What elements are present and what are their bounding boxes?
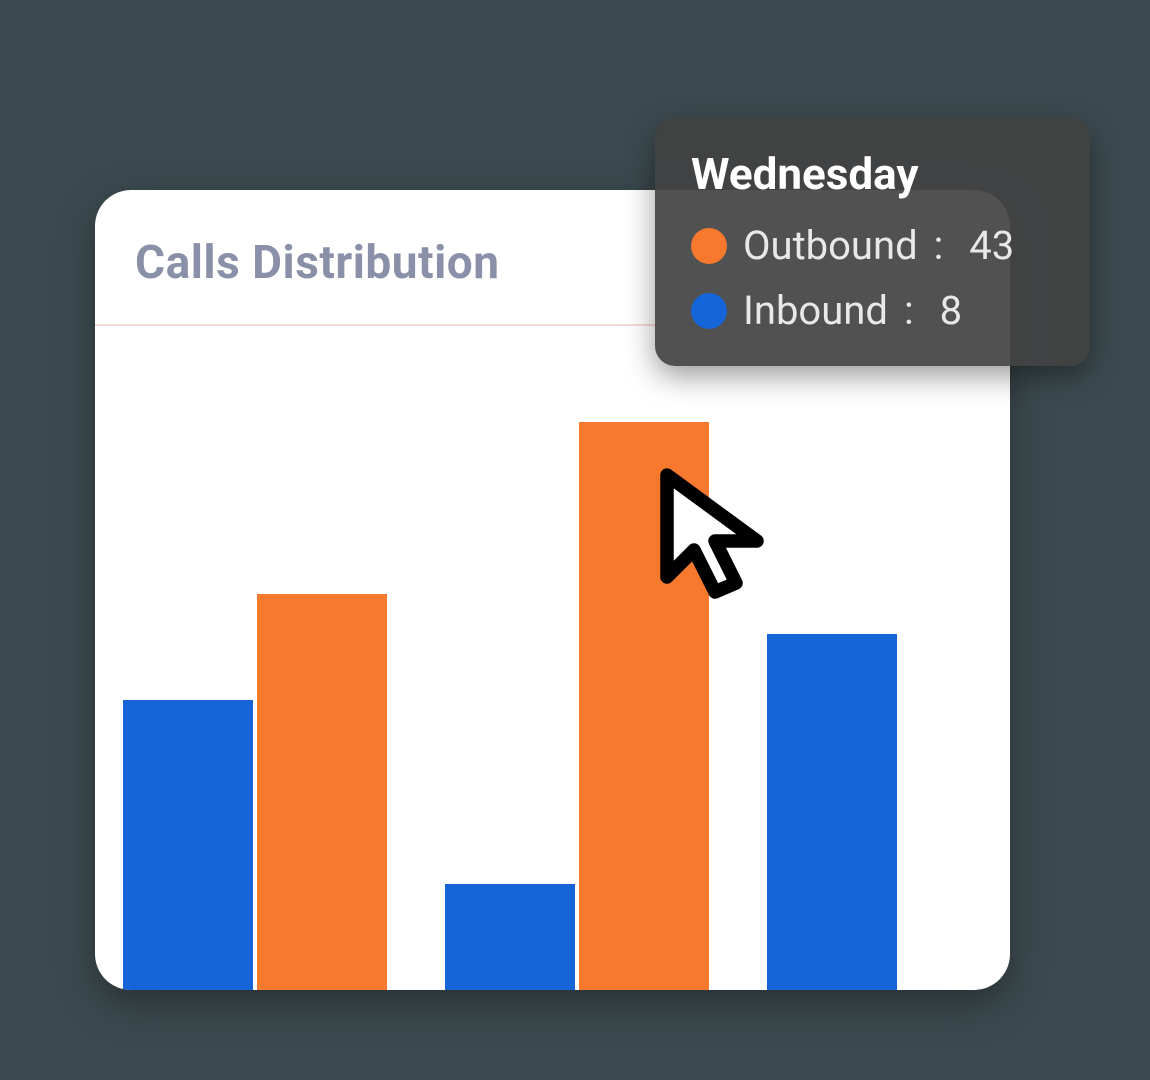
bar-group-1[interactable] (445, 326, 709, 990)
bar-group-2-partial[interactable] (767, 326, 897, 990)
tooltip-day: Wednesday (691, 148, 1054, 200)
bar-inbound-0[interactable] (123, 700, 253, 990)
chart-plot-area[interactable] (95, 326, 1010, 990)
tooltip-row-outbound: Outbound: 43 (691, 222, 1054, 269)
tooltip-row-inbound: Inbound: 8 (691, 287, 1054, 334)
tooltip-inbound-value: 8 (940, 287, 962, 334)
tooltip-inbound-label: Inbound (743, 287, 888, 334)
tooltip-outbound-value: 43 (969, 222, 1014, 269)
bar-outbound-0[interactable] (257, 594, 387, 990)
chart-tooltip: Wednesday Outbound: 43 Inbound: 8 (655, 118, 1090, 366)
swatch-inbound-icon (691, 293, 727, 329)
bar-outbound-1[interactable] (579, 422, 709, 990)
swatch-outbound-icon (691, 228, 727, 264)
bar-group-0[interactable] (123, 326, 387, 990)
bar-inbound-2[interactable] (767, 634, 897, 990)
tooltip-outbound-label: Outbound (743, 222, 918, 269)
bar-inbound-1[interactable] (445, 884, 575, 990)
